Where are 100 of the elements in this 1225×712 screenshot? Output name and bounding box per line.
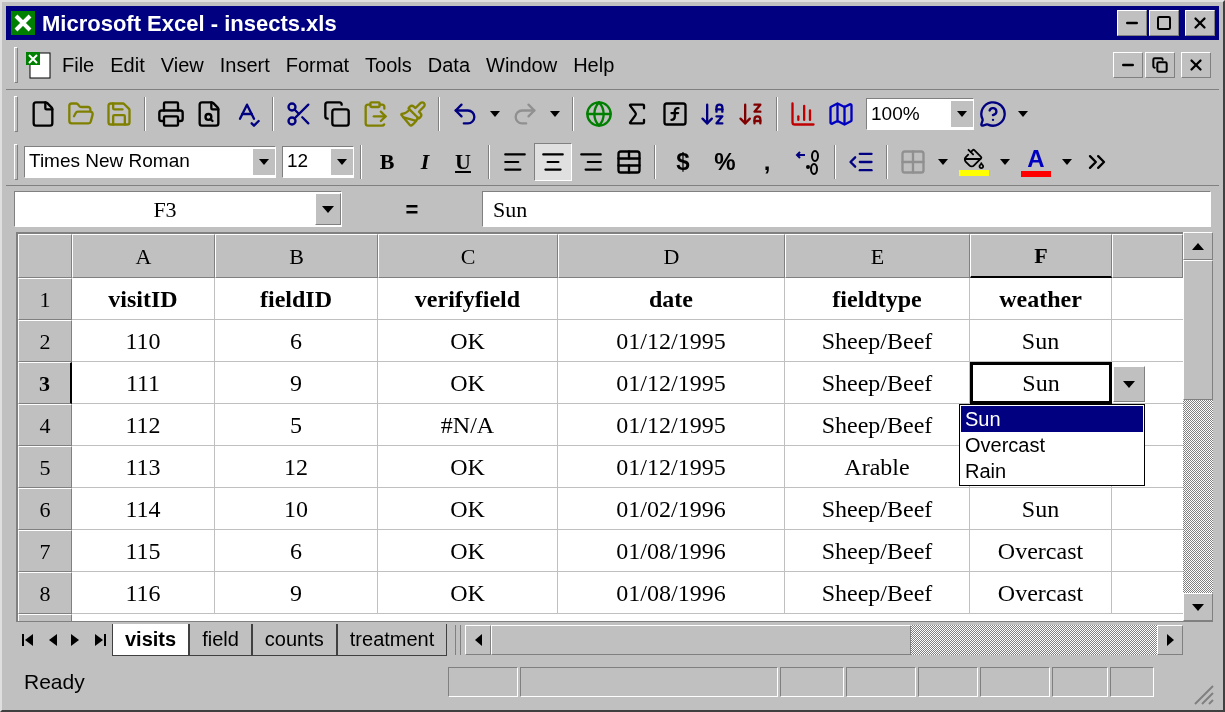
row-header[interactable]: 4 bbox=[18, 404, 72, 446]
last-sheet-icon[interactable] bbox=[94, 632, 106, 647]
column-header[interactable]: E bbox=[785, 234, 970, 278]
borders-dropdown-arrow[interactable] bbox=[938, 158, 948, 165]
column-header[interactable]: B bbox=[215, 234, 378, 278]
printer-icon[interactable] bbox=[157, 100, 185, 128]
restore-button[interactable] bbox=[1145, 51, 1175, 78]
redo-dropdown-arrow[interactable] bbox=[550, 111, 560, 117]
sheet-tab[interactable]: counts bbox=[251, 623, 337, 656]
scroll-left-button[interactable] bbox=[465, 624, 492, 655]
menu-item[interactable]: View bbox=[152, 49, 212, 80]
zoom-dropdown[interactable]: 100% bbox=[866, 98, 974, 130]
scroll-down-button[interactable] bbox=[1183, 593, 1213, 621]
comma-button[interactable]: , bbox=[746, 143, 788, 180]
workbook-icon[interactable] bbox=[24, 49, 54, 80]
menu-item[interactable]: Insert bbox=[211, 49, 278, 80]
maximize-button[interactable] bbox=[1149, 10, 1179, 36]
center-button[interactable] bbox=[534, 142, 572, 181]
select-all-corner[interactable] bbox=[18, 234, 72, 278]
caret-icon[interactable] bbox=[322, 205, 334, 213]
column-header[interactable]: A bbox=[72, 234, 215, 278]
maximize-icon[interactable] bbox=[1156, 15, 1172, 31]
row-header[interactable]: 2 bbox=[18, 320, 72, 362]
sheet-tab[interactable]: visits bbox=[112, 623, 190, 656]
toolbar-options-arrow[interactable] bbox=[1018, 111, 1028, 117]
bar-chart-icon[interactable] bbox=[789, 100, 817, 128]
undo-dropdown-arrow[interactable] bbox=[490, 111, 500, 117]
font-color-button[interactable]: A bbox=[1021, 146, 1051, 177]
row-header[interactable]: 1 bbox=[18, 278, 72, 320]
restore-icon[interactable] bbox=[1152, 56, 1168, 73]
copy-icon[interactable] bbox=[323, 100, 351, 128]
fill-color-icon[interactable] bbox=[959, 147, 989, 176]
menu-item[interactable]: Help bbox=[565, 49, 623, 80]
up-arrow-icon[interactable] bbox=[1192, 242, 1204, 250]
help-icon[interactable] bbox=[979, 100, 1007, 128]
table-cell: 01/12/1995 bbox=[558, 362, 785, 404]
globe-icon[interactable] bbox=[585, 100, 613, 128]
right-arrow-icon[interactable] bbox=[1166, 633, 1174, 646]
formula-field[interactable]: Sun bbox=[482, 191, 1211, 227]
merge-center-icon[interactable] bbox=[615, 147, 643, 176]
size-dropdown-arrow[interactable] bbox=[337, 158, 347, 165]
underline-button[interactable]: U bbox=[444, 145, 482, 178]
column-title-cell: verifyfield bbox=[378, 278, 558, 320]
row-header[interactable]: 7 bbox=[18, 530, 72, 572]
minimize-button[interactable] bbox=[1113, 51, 1143, 78]
bold-button[interactable]: B bbox=[368, 145, 406, 178]
scroll-thumb[interactable] bbox=[491, 624, 912, 655]
name-box-dropdown-button[interactable] bbox=[315, 193, 341, 225]
row-header[interactable]: 3 bbox=[18, 362, 72, 404]
zoom-dropdown-arrow[interactable] bbox=[957, 111, 967, 117]
down-arrow-icon[interactable] bbox=[1192, 603, 1204, 611]
column-header[interactable] bbox=[1112, 234, 1183, 278]
close-button[interactable] bbox=[1181, 51, 1211, 78]
percent-button[interactable]: % bbox=[704, 143, 746, 180]
menu-item[interactable]: Edit bbox=[102, 49, 153, 80]
font-dropdown-arrow[interactable] bbox=[259, 158, 269, 165]
row-header[interactable]: 5 bbox=[18, 446, 72, 488]
column-title-cell: visitID bbox=[72, 278, 215, 320]
close-icon[interactable] bbox=[1191, 14, 1209, 32]
status-panel bbox=[980, 666, 1050, 697]
close-button[interactable] bbox=[1185, 10, 1215, 36]
fill-color-dropdown-arrow[interactable] bbox=[1000, 158, 1010, 165]
column-title-cell: date bbox=[558, 278, 785, 320]
menu-item[interactable]: Window bbox=[478, 49, 566, 80]
dropdown-arrow-button[interactable] bbox=[1113, 366, 1145, 402]
horizontal-scrollbar[interactable] bbox=[465, 624, 1183, 655]
left-arrow-icon[interactable] bbox=[474, 633, 482, 646]
first-sheet-icon[interactable] bbox=[22, 632, 34, 647]
column-header[interactable]: D bbox=[558, 234, 785, 278]
scroll-right-button[interactable] bbox=[1157, 624, 1183, 655]
scroll-thumb[interactable] bbox=[1183, 260, 1213, 400]
table-cell: Sheep/Beef bbox=[785, 572, 970, 614]
map-icon[interactable] bbox=[827, 100, 855, 128]
font-color-dropdown-arrow[interactable] bbox=[1062, 158, 1072, 165]
row-header[interactable]: 8 bbox=[18, 572, 72, 614]
column-title-cell: weather bbox=[970, 278, 1112, 320]
column-title-cell: fieldtype bbox=[785, 278, 970, 320]
column-header[interactable]: F bbox=[970, 234, 1112, 278]
menu-item[interactable]: File bbox=[54, 49, 103, 80]
function-icon[interactable] bbox=[661, 100, 689, 128]
sheet-tab[interactable]: field bbox=[189, 623, 252, 656]
table-cell: Sheep/Beef bbox=[785, 488, 970, 530]
font-name-dropdown[interactable]: Times New Roman bbox=[24, 145, 276, 178]
minimize-button[interactable] bbox=[1117, 10, 1147, 36]
name-box[interactable]: F3 bbox=[14, 191, 342, 227]
column-header[interactable]: C bbox=[378, 234, 558, 278]
scroll-up-button[interactable] bbox=[1183, 232, 1213, 260]
menu-item[interactable]: Format bbox=[277, 49, 358, 80]
menu-item[interactable]: Tools bbox=[357, 49, 420, 80]
table-cell: 111 bbox=[72, 362, 215, 404]
italic-button[interactable]: I bbox=[406, 145, 444, 178]
table-cell: 110 bbox=[72, 320, 215, 362]
caret-icon[interactable] bbox=[1123, 380, 1135, 388]
row-header[interactable]: 6 bbox=[18, 488, 72, 530]
vertical-scrollbar[interactable] bbox=[1183, 232, 1213, 621]
equals-button[interactable]: = bbox=[352, 192, 472, 226]
font-size-dropdown[interactable]: 12 bbox=[282, 145, 354, 178]
sheet-tab[interactable]: treatment bbox=[336, 623, 448, 656]
currency-button[interactable]: $ bbox=[662, 143, 704, 180]
menu-item[interactable]: Data bbox=[419, 49, 479, 80]
